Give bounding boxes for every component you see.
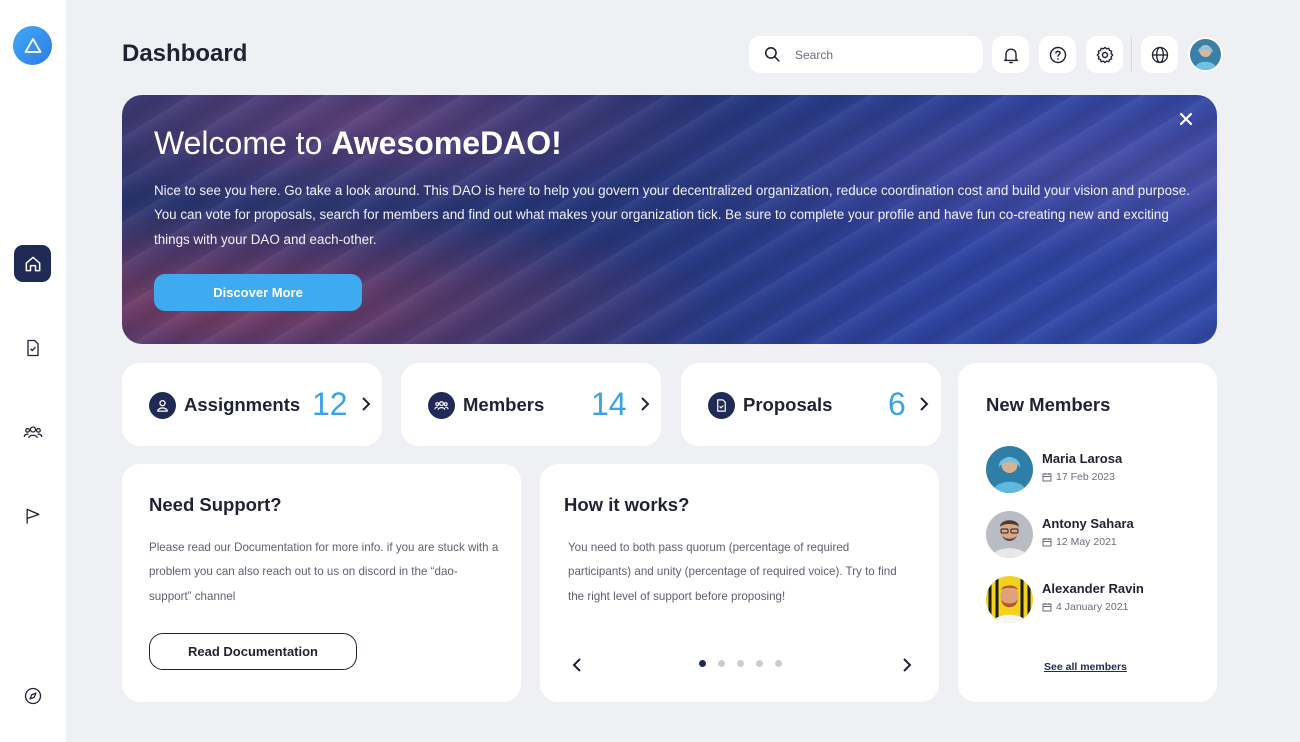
member-item[interactable]: Maria Larosa 17 Feb 2023: [986, 446, 1186, 494]
user-icon: [149, 392, 176, 419]
search-icon: [764, 46, 780, 62]
header-divider: [1131, 37, 1132, 72]
settings-button[interactable]: [1086, 36, 1123, 73]
card-title: How it works?: [564, 494, 690, 515]
calendar-icon: [1042, 603, 1052, 612]
close-icon: [1179, 112, 1192, 125]
globe-icon: [1151, 46, 1168, 63]
brand-name: AwesomeDAO!: [331, 125, 562, 161]
sidebar-item-home[interactable]: [14, 245, 51, 282]
user-avatar[interactable]: [1188, 37, 1223, 72]
avatar: [986, 576, 1033, 623]
chevron-right-icon[interactable]: [900, 657, 914, 673]
how-it-works-card: How it works? You need to both pass quor…: [540, 464, 939, 702]
card-title: New Members: [986, 394, 1111, 415]
carousel-dot[interactable]: [737, 660, 744, 667]
hero-title: Welcome to AwesomeDAO!: [154, 125, 562, 161]
stat-card-proposals[interactable]: Proposals 6: [681, 363, 941, 446]
discover-more-button[interactable]: Discover More: [154, 274, 362, 311]
sidebar-item-members[interactable]: [14, 413, 51, 450]
notifications-button[interactable]: [992, 36, 1029, 73]
gear-icon: [1096, 46, 1113, 63]
page-title: Dashboard: [122, 40, 248, 67]
hero-description: Nice to see you here. Go take a look aro…: [154, 183, 1190, 247]
language-button[interactable]: [1141, 36, 1178, 73]
flag-icon: [26, 508, 39, 523]
stat-card-members[interactable]: Members 14: [401, 363, 661, 446]
search-input[interactable]: [795, 47, 965, 62]
stat-label: Members: [463, 394, 545, 415]
welcome-banner: Welcome to AwesomeDAO! Nice to see you h…: [122, 95, 1217, 344]
document-check-icon: [26, 339, 39, 356]
member-name: Antony Sahara: [1042, 516, 1134, 531]
sidebar-item-flag[interactable]: [14, 497, 51, 534]
chevron-right-icon: [362, 397, 371, 411]
help-icon: [1049, 46, 1066, 63]
sidebar: [0, 0, 66, 742]
users-icon: [428, 392, 455, 419]
carousel-dot[interactable]: [775, 660, 782, 667]
see-all-members-link[interactable]: See all members: [1044, 661, 1127, 673]
member-item[interactable]: Antony Sahara 12 May 2021: [986, 511, 1186, 559]
carousel-dots: [699, 660, 782, 667]
support-card: Need Support? Please read our Documentat…: [122, 464, 521, 702]
carousel-dot[interactable]: [699, 660, 706, 667]
member-name: Alexander Ravin: [1042, 581, 1144, 596]
help-button[interactable]: [1039, 36, 1076, 73]
stat-label: Proposals: [743, 394, 833, 415]
chevron-left-icon[interactable]: [570, 657, 584, 673]
member-name: Maria Larosa: [1042, 451, 1123, 466]
card-title: Need Support?: [149, 494, 282, 515]
stat-label: Assignments: [184, 394, 301, 415]
carousel-dot[interactable]: [756, 660, 763, 667]
users-icon: [23, 425, 42, 438]
sidebar-item-explore[interactable]: [14, 677, 51, 714]
avatar: [986, 511, 1033, 558]
chevron-right-icon: [920, 397, 929, 411]
member-date: 12 May 2021: [1042, 536, 1117, 548]
calendar-icon: [1042, 473, 1052, 482]
avatar: [986, 446, 1033, 493]
home-icon: [25, 256, 40, 271]
member-date: 17 Feb 2023: [1042, 471, 1115, 483]
new-members-card: New Members Maria Larosa 17 Feb 2023 Ant…: [958, 363, 1217, 702]
read-documentation-button[interactable]: Read Documentation: [149, 633, 357, 670]
document-check-icon: [708, 392, 735, 419]
bell-icon: [1003, 47, 1018, 63]
triangle-logo-icon[interactable]: [13, 26, 52, 65]
member-date: 4 January 2021: [1042, 601, 1128, 613]
stat-value: 14: [591, 386, 627, 422]
calendar-icon: [1042, 538, 1052, 547]
carousel-dot[interactable]: [718, 660, 725, 667]
stat-card-assignments[interactable]: Assignments 12: [122, 363, 382, 446]
stat-value: 6: [888, 386, 906, 422]
search-bar[interactable]: [749, 36, 983, 73]
stat-value: 12: [312, 386, 348, 422]
member-item[interactable]: Alexander Ravin 4 January 2021: [986, 576, 1186, 624]
chevron-right-icon: [641, 397, 650, 411]
compass-icon: [24, 687, 41, 704]
sidebar-item-proposals[interactable]: [14, 329, 51, 366]
support-text: Please read our Documentation for more i…: [149, 541, 499, 603]
how-it-works-text: You need to both pass quorum (percentage…: [568, 541, 897, 603]
close-banner-button[interactable]: [1176, 109, 1195, 128]
